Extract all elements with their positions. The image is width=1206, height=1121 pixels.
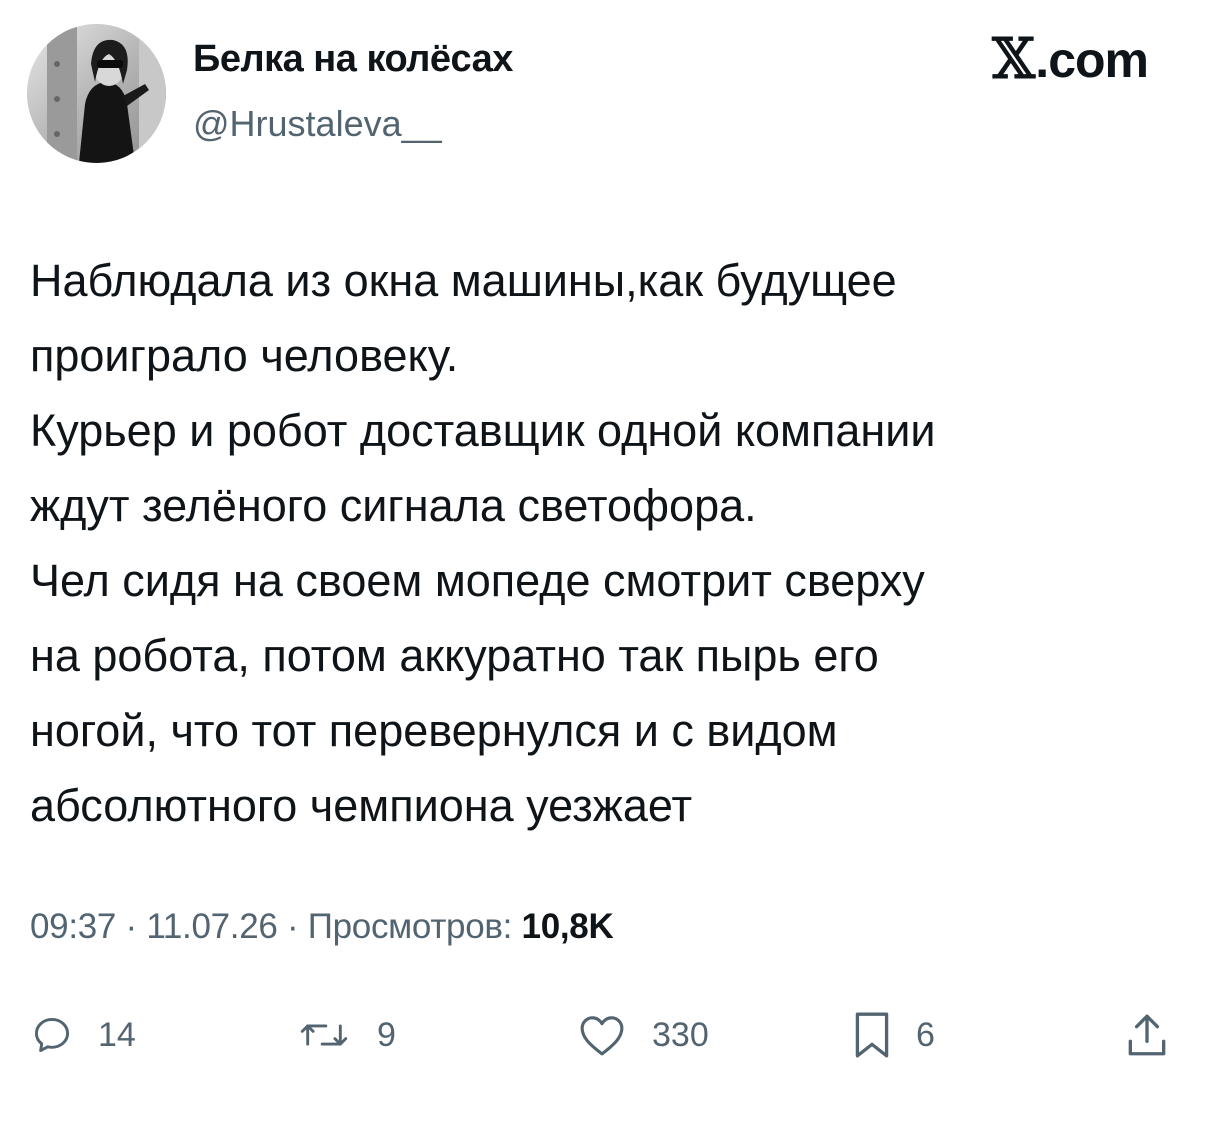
- meta-separator: ·: [116, 907, 147, 946]
- tweet-meta: 09:37 · 11.07.26 · Просмотров: 10,8K: [30, 907, 614, 947]
- author-name[interactable]: Белка на колёсах: [193, 38, 513, 81]
- tweet-text-line: ждут зелёного сигнала светофора.: [30, 480, 757, 531]
- tweet-text-line: проиграло человеку.: [30, 330, 459, 381]
- meta-separator: ·: [277, 907, 308, 946]
- tweet-time[interactable]: 09:37: [30, 907, 116, 946]
- tweet-text-line: Чел сидя на своем мопеде смотрит сверху: [30, 555, 925, 606]
- tweet-date[interactable]: 11.07.26: [146, 907, 278, 946]
- views-label: Просмотров:: [307, 907, 522, 946]
- tweet-text-line: Наблюдала из окна машины,как будущее: [30, 255, 897, 306]
- brand-logo: 𝕏 .com: [991, 27, 1149, 92]
- repost-icon: [300, 1024, 348, 1046]
- tweet-text-line: на робота, потом аккуратно так пырь его: [30, 630, 879, 681]
- tweet-text: Наблюдала из окна машины,как будущее про…: [30, 243, 1180, 843]
- heart-icon: [580, 1016, 624, 1056]
- views-count: 10,8K: [521, 907, 614, 946]
- repost-count: 9: [377, 1015, 396, 1054]
- reply-button[interactable]: 14: [30, 1005, 136, 1065]
- like-count: 330: [652, 1015, 709, 1054]
- tweet-text-line: ногой, что тот перевернулся и с видом: [30, 705, 838, 756]
- share-icon: [1128, 1014, 1166, 1056]
- reply-count: 14: [98, 1015, 136, 1054]
- bookmark-count: 6: [916, 1015, 935, 1054]
- avatar[interactable]: [27, 24, 166, 163]
- like-button[interactable]: 330: [576, 1005, 709, 1065]
- x-logo-icon: 𝕏: [991, 27, 1036, 92]
- reply-icon: [34, 1017, 70, 1053]
- bookmark-icon: [855, 1012, 889, 1058]
- tweet-card: Белка на колёсах @Hrustaleva__ 𝕏 .com На…: [0, 0, 1206, 1121]
- bookmark-button[interactable]: 6: [852, 1005, 935, 1065]
- repost-button[interactable]: 9: [295, 1005, 396, 1065]
- avatar-photo: [27, 24, 166, 163]
- author-handle[interactable]: @Hrustaleva__: [193, 103, 442, 145]
- tweet-text-line: абсолютного чемпиона уезжает: [30, 780, 693, 831]
- tweet-text-line: Курьер и робот доставщик одной компании: [30, 405, 936, 456]
- brand-domain: .com: [1035, 32, 1149, 88]
- share-button[interactable]: [1122, 1005, 1172, 1065]
